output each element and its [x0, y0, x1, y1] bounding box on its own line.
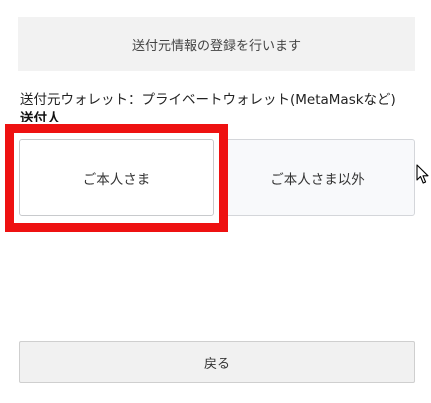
sender-label: 送付人	[20, 111, 61, 122]
option-other-label: ご本人さま以外	[270, 171, 365, 188]
option-self-label: ご本人さま	[82, 171, 151, 188]
info-banner-text: 送付元情報の登録を行います	[131, 38, 301, 54]
option-other-button[interactable]: ご本人さま以外	[220, 139, 415, 216]
registration-page: 送付元情報の登録を行います 送付元ウォレット：プライベートウォレット(MetaM…	[0, 0, 431, 403]
back-button[interactable]: 戻る	[19, 341, 415, 383]
option-self-button[interactable]: ご本人さま	[19, 139, 214, 216]
mouse-pointer-icon	[416, 164, 429, 184]
wallet-type-text: 送付元ウォレット：プライベートウォレット(MetaMaskなど)	[20, 92, 396, 108]
back-button-label: 戻る	[203, 356, 230, 372]
info-banner: 送付元情報の登録を行います	[18, 17, 415, 71]
